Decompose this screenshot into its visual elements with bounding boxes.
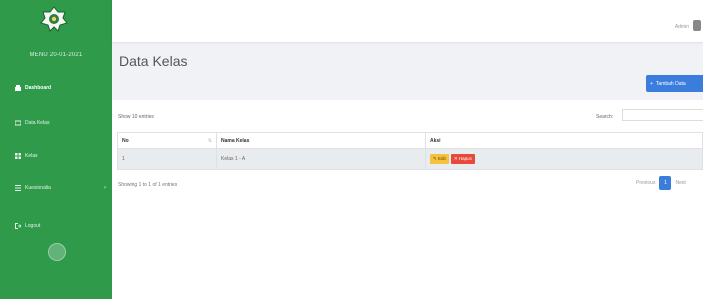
logo-icon — [40, 6, 68, 32]
add-data-label: Tambah Data — [655, 80, 686, 87]
page-title: Data Kelas — [119, 53, 188, 69]
sidebar-toggle-icon[interactable] — [48, 243, 66, 261]
cell-no: 1 — [117, 148, 217, 170]
sidebar-item-logout[interactable]: Logout — [0, 218, 112, 234]
list-icon — [15, 185, 21, 191]
pagination-previous[interactable]: Previous — [636, 180, 655, 186]
pagination-next[interactable]: Next — [675, 180, 685, 186]
logout-icon — [15, 223, 21, 229]
sidebar-item-kelas[interactable]: Kelas — [0, 148, 112, 164]
sidebar-item-label: Kelas — [25, 153, 38, 159]
showing-info: Showing 1 to 1 of 1 entries — [118, 182, 178, 188]
sidebar-item-label: Dashboard — [25, 85, 52, 91]
sidebar-brand: MENU 20-01-2021 — [29, 52, 83, 58]
class-icon — [15, 120, 21, 126]
user-name[interactable]: Admin — [675, 24, 689, 30]
dashboard-icon — [15, 85, 21, 91]
sidebar-item-label: Logout — [25, 223, 41, 229]
topbar: Admin — [112, 0, 703, 42]
sidebar-item-label: Data Kelas — [25, 120, 50, 126]
search-label: Search: — [596, 114, 614, 120]
user-icon[interactable] — [693, 20, 701, 31]
edit-button[interactable]: ✎ Edit — [430, 154, 449, 164]
sidebar-item-label: Kuesionalia — [25, 185, 51, 191]
cell-aksi: ✎ Edit ✕ Hapus — [425, 148, 703, 170]
sidebar-item-data-kelas[interactable]: Data Kelas — [0, 115, 112, 131]
sidebar-item-kuesionalia[interactable]: Kuesionalia › — [0, 180, 112, 196]
data-card — [112, 100, 703, 299]
trash-icon: ✕ — [453, 156, 458, 161]
table-row: 1 Kelas 1 - A ✎ Edit ✕ Hapus — [117, 148, 703, 170]
pagination: Previous 1 Next — [636, 176, 686, 190]
show-entries-select[interactable]: Show 10 entries — [118, 114, 154, 120]
sort-icon: ⇅ — [207, 137, 212, 144]
cell-nama-kelas: Kelas 1 - A — [216, 148, 426, 170]
column-header-aksi: Aksi — [425, 132, 703, 149]
sidebar: MENU 20-01-2021 Dashboard Data Kelas Kel… — [0, 0, 112, 299]
search-input[interactable] — [622, 109, 703, 121]
plus-icon: + — [650, 80, 653, 87]
column-header-no[interactable]: No ⇅ — [117, 132, 217, 149]
add-data-button[interactable]: + Tambah Data — [646, 75, 703, 92]
chevron-right-icon: › — [104, 185, 106, 191]
pagination-current[interactable]: 1 — [659, 176, 672, 190]
delete-button[interactable]: ✕ Hapus — [450, 154, 475, 164]
column-header-nama-kelas[interactable]: Nama Kelas — [216, 132, 426, 149]
sidebar-item-dashboard[interactable]: Dashboard — [0, 80, 112, 96]
data-table: No ⇅ Nama Kelas Aksi 1 Kelas 1 - A ✎ Edit… — [117, 132, 703, 170]
edit-icon: ✎ — [433, 156, 437, 161]
grid-icon — [15, 153, 21, 159]
